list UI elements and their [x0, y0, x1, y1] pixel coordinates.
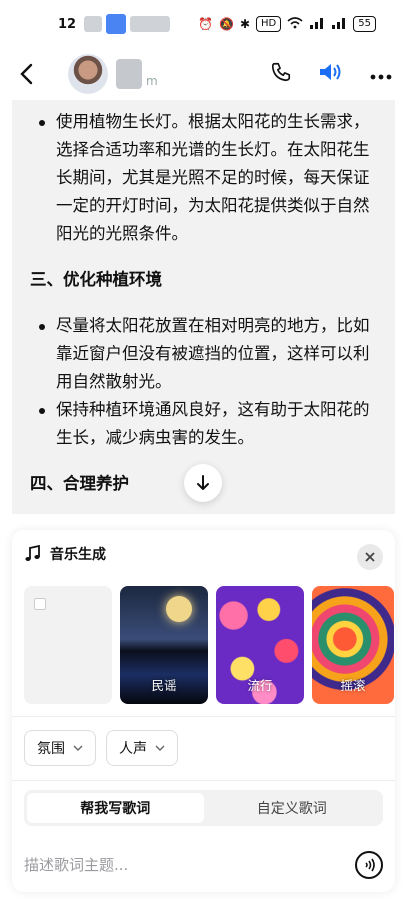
checkbox-icon — [34, 598, 46, 610]
divider — [12, 716, 395, 717]
chevron-left-icon — [20, 63, 33, 85]
phone-call-button[interactable] — [270, 61, 292, 87]
panel-title: 音乐生成 — [50, 547, 106, 563]
signal-icon — [309, 17, 325, 32]
bluetooth-icon: ✱ — [239, 17, 251, 31]
section-heading: 三、优化种植环境 — [30, 270, 162, 289]
vocal-select-label: 人声 — [119, 741, 147, 757]
music-style-rock[interactable]: 摇滚 — [312, 586, 394, 704]
hd-badge: HD — [256, 16, 282, 32]
list-item: 使用植物生长灯。根据太阳花的生长需求，选择合适功率和光谱的生长灯。在太阳花生长期… — [30, 108, 377, 248]
alarm-icon: ⏰ — [198, 17, 214, 31]
battery-indicator: 55 — [353, 16, 376, 32]
panel-header: 音乐生成 — [24, 544, 106, 564]
arrow-down-icon — [197, 475, 209, 490]
moon-artwork — [166, 596, 192, 622]
list-item: 尽量将太阳花放置在相对明亮的地方，比如靠近窗户但没有被遮挡的位置，这样可以利用自… — [30, 312, 377, 396]
speaker-icon — [320, 64, 341, 80]
tab-write-lyrics-for-me[interactable]: 帮我写歌词 — [27, 793, 204, 823]
contact-name — [116, 59, 142, 89]
more-options-button[interactable] — [370, 65, 392, 84]
status-icons: ⏰ 🔕 ✱ HD 55 — [198, 16, 376, 32]
blurred-status-icon — [130, 16, 170, 32]
chevron-down-icon — [73, 745, 83, 751]
blurred-status-icon — [84, 16, 102, 32]
tab-custom-lyrics[interactable]: 自定义歌词 — [204, 793, 381, 823]
close-panel-button[interactable] — [357, 544, 383, 570]
chat-header: m — [0, 48, 406, 100]
status-time: 12 — [58, 16, 77, 32]
avatar[interactable] — [68, 54, 108, 94]
music-style-label: 民谣 — [151, 678, 177, 693]
vocal-select[interactable]: 人声 — [106, 730, 178, 766]
music-style-custom[interactable] — [24, 586, 112, 704]
divider — [12, 780, 395, 781]
contact-name-suffix: m — [146, 74, 158, 88]
lyrics-topic-input[interactable] — [24, 856, 355, 874]
sound-wave-icon — [365, 858, 375, 872]
lyrics-mode-tabs: 帮我写歌词 自定义歌词 — [24, 790, 383, 826]
voice-input-button[interactable] — [355, 851, 383, 879]
music-style-label: 流行 — [247, 678, 273, 693]
music-style-folk[interactable]: 民谣 — [120, 586, 208, 704]
back-button[interactable] — [14, 62, 38, 86]
list-item: 保持种植环境通风良好，这有助于太阳花的生长，减少病虫害的发生。 — [30, 396, 377, 452]
ai-response-message: 使用植物生长灯。根据太阳花的生长需求，选择合适功率和光谱的生长灯。在太阳花生长期… — [12, 100, 395, 514]
music-style-list: 民谣 流行 摇滚 — [24, 586, 394, 704]
music-style-label: 摇滚 — [340, 678, 366, 693]
signal-icon — [331, 17, 347, 32]
chevron-down-icon — [155, 745, 165, 751]
music-note-icon — [25, 545, 40, 561]
wifi-icon — [287, 16, 303, 32]
more-icon — [370, 74, 392, 79]
scroll-to-bottom-button[interactable] — [184, 464, 222, 502]
lyrics-composer — [24, 848, 383, 882]
music-style-pop[interactable]: 流行 — [216, 586, 304, 704]
music-generation-panel: 音乐生成 民谣 流行 摇滚 氛围 人声 帮我写歌词 自定义歌词 — [12, 530, 395, 892]
app-notification-icon — [106, 14, 126, 34]
phone-icon — [271, 62, 291, 82]
mood-select[interactable]: 氛围 — [24, 730, 96, 766]
speaker-button[interactable] — [318, 61, 344, 87]
status-bar: 12 ⏰ 🔕 ✱ HD 55 — [0, 0, 406, 48]
mute-icon: 🔕 — [219, 17, 234, 31]
mood-select-label: 氛围 — [37, 741, 65, 757]
close-icon — [365, 552, 375, 562]
music-options: 氛围 人声 — [24, 730, 178, 766]
